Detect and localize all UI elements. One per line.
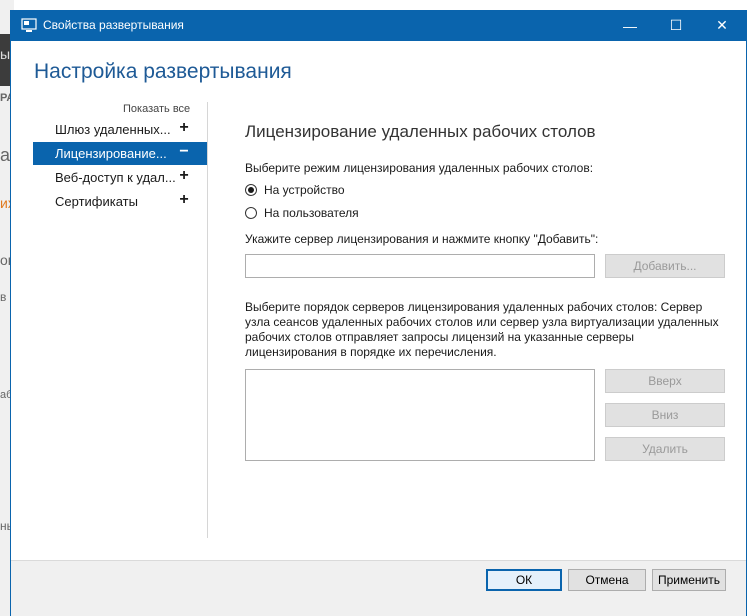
licensing-mode-label: Выберите режим лицензирования удаленных …	[245, 161, 594, 175]
radio-per-user[interactable]	[245, 207, 257, 219]
expand-icon: +	[179, 119, 189, 136]
nav-item-licensing[interactable]: Лицензирование... −	[33, 142, 207, 165]
dialog-footer: ОК Отмена Применить	[11, 560, 746, 616]
apply-button[interactable]: Применить	[652, 569, 726, 591]
remove-server-button[interactable]: Удалить	[605, 437, 725, 461]
nav-item-label: Лицензирование...	[55, 146, 167, 161]
nav-item-label: Сертификаты	[55, 194, 138, 209]
move-up-button[interactable]: Вверх	[605, 369, 725, 393]
nav-item-label: Веб-доступ к удал...	[55, 170, 176, 185]
window-title: Свойства развертывания	[43, 18, 184, 32]
nav-item-label: Шлюз удаленных...	[55, 122, 171, 137]
license-server-label: Укажите сервер лицензирования и нажмите …	[245, 232, 599, 246]
cancel-button[interactable]: Отмена	[568, 569, 646, 591]
expand-icon: +	[179, 167, 189, 184]
server-order-description: Выберите порядок серверов лицензирования…	[245, 300, 719, 359]
page-title: Настройка развертывания	[34, 60, 292, 83]
nav-item-web-access[interactable]: Веб-доступ к удал... +	[33, 166, 207, 189]
license-server-input[interactable]	[245, 254, 595, 278]
move-down-button[interactable]: Вниз	[605, 403, 725, 427]
nav-divider	[207, 102, 208, 538]
nav-item-gateway[interactable]: Шлюз удаленных... +	[33, 118, 207, 141]
collapse-icon: −	[179, 143, 189, 160]
nav-item-certificates[interactable]: Сертификаты +	[33, 190, 207, 213]
close-icon: ✕	[716, 17, 728, 33]
radio-per-device[interactable]	[245, 184, 257, 196]
maximize-button[interactable]: ☐	[653, 10, 699, 41]
add-server-button[interactable]: Добавить...	[605, 254, 725, 278]
minimize-button[interactable]: —	[607, 10, 653, 41]
title-bar[interactable]: Свойства развертывания — ☐ ✕	[11, 10, 747, 41]
section-title: Лицензирование удаленных рабочих столов	[245, 122, 596, 141]
close-button[interactable]: ✕	[699, 10, 745, 41]
server-manager-icon	[21, 18, 37, 32]
show-all-link[interactable]: Показать все	[123, 103, 190, 115]
radio-per-user-label[interactable]: На пользователя	[264, 206, 359, 220]
expand-icon: +	[179, 191, 189, 208]
ok-button[interactable]: ОК	[486, 569, 562, 591]
background-text: в	[0, 290, 7, 304]
minimize-icon: —	[623, 17, 637, 34]
maximize-icon: ☐	[669, 17, 683, 33]
radio-per-device-label[interactable]: На устройство	[264, 183, 345, 197]
deployment-properties-dialog: Свойства развертывания — ☐ ✕ Настройка р…	[10, 10, 747, 616]
license-server-list[interactable]	[245, 369, 595, 461]
